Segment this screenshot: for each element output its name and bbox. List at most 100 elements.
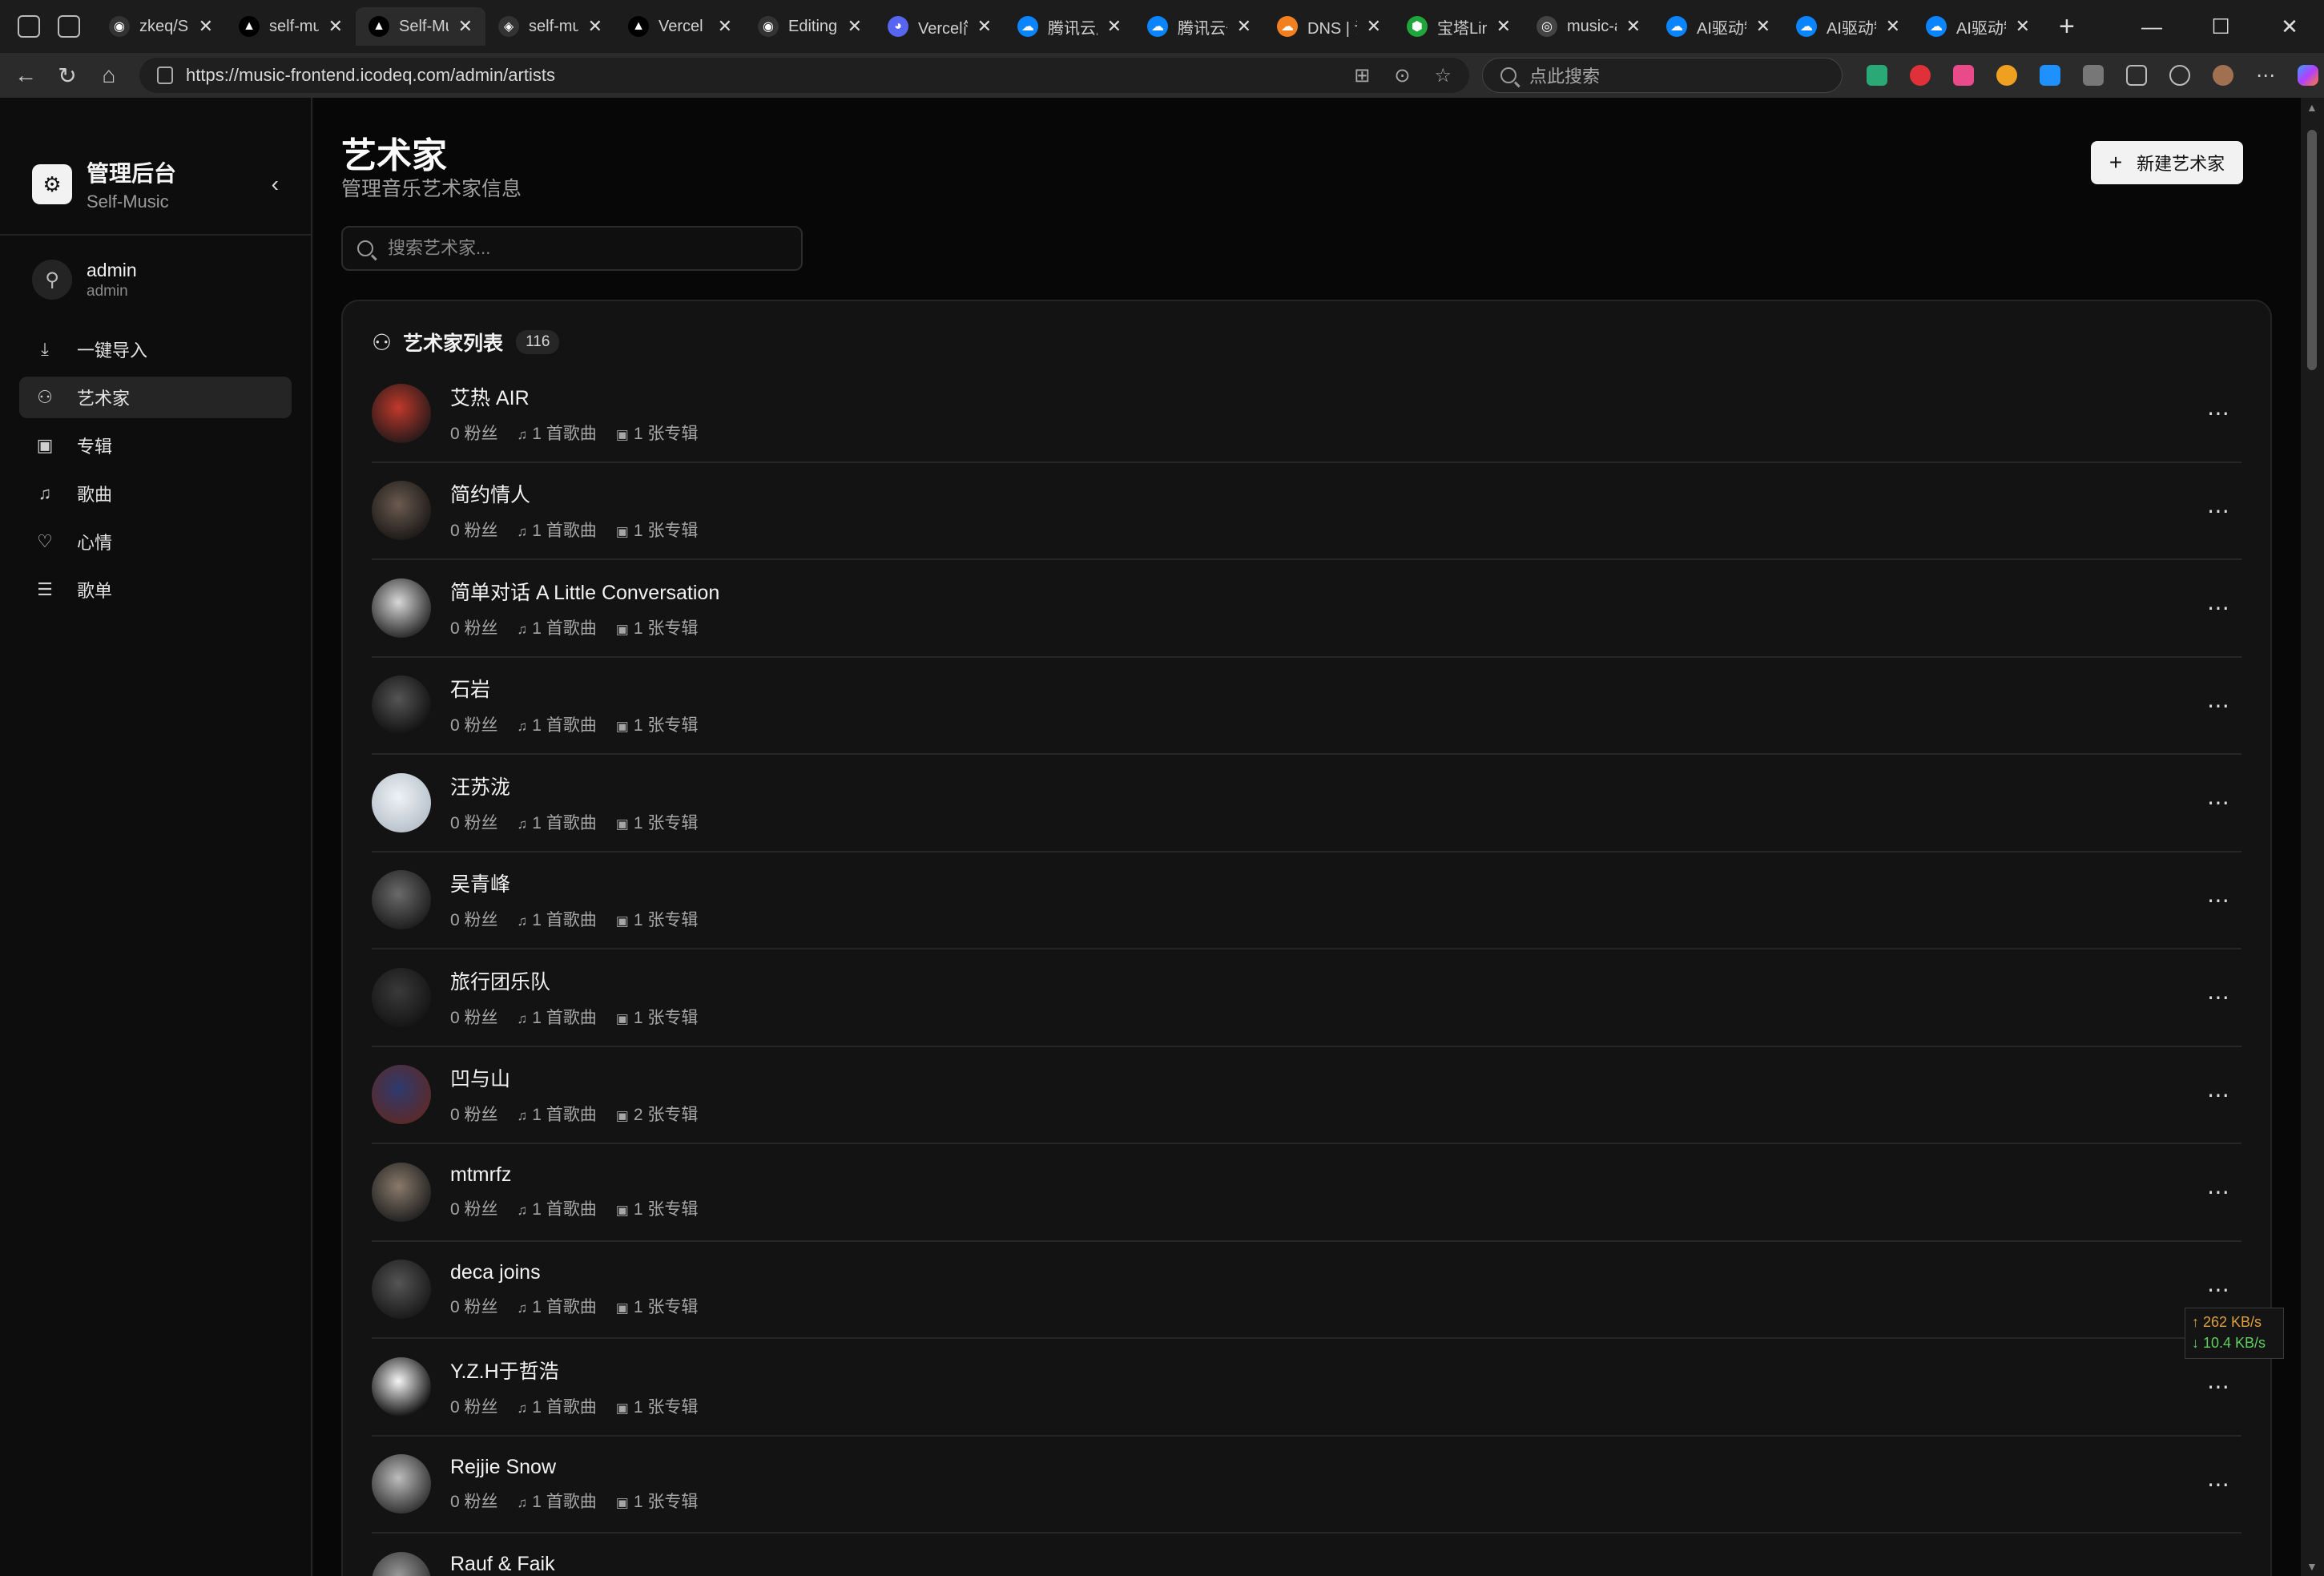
sidebar-item[interactable]: ☰ 歌单 [19,569,292,611]
browser-tab[interactable]: ◎ music-ap ✕ [1524,7,1653,46]
browser-tab[interactable]: ⬢ 宝塔Linu ✕ [1394,7,1524,46]
maximize-icon[interactable]: ☐ [2186,14,2255,39]
new-tab-icon[interactable]: + [2043,11,2091,42]
more-options-icon[interactable]: ⋯ [2207,1568,2230,1576]
profile-avatar-icon[interactable] [2213,65,2233,86]
tab-close-icon[interactable]: ✕ [1367,16,1381,37]
extension-orange-icon[interactable] [1996,65,2017,86]
browser-tab[interactable]: ◉ zkeq/Self ✕ [96,7,226,46]
more-options-icon[interactable]: ⋯ [2207,595,2230,621]
more-options-icon[interactable]: ⋯ [2207,400,2230,426]
refresh-icon[interactable]: ↻ [46,62,88,89]
scrollbar-thumb[interactable] [2307,130,2317,370]
copilot-icon[interactable] [2298,65,2318,86]
app-available-icon[interactable]: ⊞ [1354,64,1370,87]
more-options-icon[interactable]: ⋯ [2207,1276,2230,1303]
artist-row[interactable]: 凹与山 0 粉丝 ♫ 1 首歌曲 ▣ 2 张专辑 ⋯ [372,1047,2241,1144]
tab-close-icon[interactable]: ✕ [2016,16,2030,37]
tab-close-icon[interactable]: ✕ [1886,16,1900,37]
artist-albums: ▣ 1 张专辑 [616,712,699,736]
artist-row[interactable]: 简单对话 A Little Conversation 0 粉丝 ♫ 1 首歌曲 ▣ 1 张… [372,560,2241,658]
more-options-icon[interactable]: ⋯ [2207,789,2230,816]
artist-row[interactable]: 简约情人 0 粉丝 ♫ 1 首歌曲 ▣ 1 张专辑 ⋯ [372,463,2241,560]
artist-search-input[interactable] [388,238,772,259]
artist-row[interactable]: Rauf & Faik0 粉丝♫1 首歌曲▣1 张专辑⋯ [372,1534,2241,1576]
new-artist-button[interactable]: + 新建艺术家 [2091,141,2243,184]
extension-pink-icon[interactable] [1953,65,1974,86]
minimize-icon[interactable]: — [2117,14,2186,39]
browser-tab[interactable]: ☁ AI驱动智 ✕ [1913,7,2043,46]
more-options-icon[interactable]: ⋯ [2207,887,2230,913]
artist-row[interactable]: 汪苏泷 0 粉丝 ♫ 1 首歌曲 ▣ 1 张专辑 ⋯ [372,755,2241,852]
artist-row[interactable]: 石岩 0 粉丝 ♫ 1 首歌曲 ▣ 1 张专辑 ⋯ [372,658,2241,755]
artist-row[interactable]: Y.Z.H于哲浩 0 粉丝 ♫ 1 首歌曲 ▣ 1 张专辑 ⋯ [372,1339,2241,1437]
browser-tab[interactable]: ▲ Self-Mus ✕ [356,7,485,46]
more-options-icon[interactable]: ⋯ [2207,984,2230,1010]
browser-tab[interactable]: ☁ AI驱动智 ✕ [1653,7,1783,46]
extension-blue-icon[interactable] [2040,65,2060,86]
artist-albums: ▣ 1 张专辑 [616,1394,699,1418]
artist-row[interactable]: deca joins 0 粉丝 ♫ 1 首歌曲 ▣ 1 张专辑 ⋯ [372,1242,2241,1339]
more-options-icon[interactable]: ⋯ [2207,692,2230,719]
artist-row[interactable]: Rejjie Snow 0 粉丝 ♫ 1 首歌曲 ▣ 1 张专辑 ⋯ [372,1437,2241,1534]
artist-row[interactable]: mtmrfz 0 粉丝 ♫ 1 首歌曲 ▣ 1 张专辑 ⋯ [372,1144,2241,1242]
collapse-sidebar-icon[interactable]: ‹ [272,171,279,197]
tab-close-icon[interactable]: ✕ [1756,16,1770,37]
artist-row[interactable]: 旅行团乐队 0 粉丝 ♫ 1 首歌曲 ▣ 1 张专辑 ⋯ [372,949,2241,1047]
sidebar-item[interactable]: ⚇ 艺术家 [19,377,292,418]
workspaces-icon[interactable] [18,15,40,38]
sidebar-item[interactable]: ♫ 歌曲 [19,473,292,514]
tab-close-icon[interactable]: ✕ [1237,16,1251,37]
close-window-icon[interactable]: ✕ [2255,14,2324,39]
home-icon[interactable]: ⌂ [88,62,130,88]
tab-close-icon[interactable]: ✕ [588,16,602,37]
browser-tab[interactable]: ☁ 腾讯云产 ✕ [1005,7,1134,46]
extension-green-icon[interactable] [1867,65,1887,86]
sidebar-item[interactable]: ▣ 专辑 [19,425,292,466]
more-options-icon[interactable]: ⋯ [2207,1373,2230,1400]
extensions-puzzle-icon[interactable] [2126,65,2147,86]
more-options-icon[interactable]: ⋯ [2207,1471,2230,1497]
more-options-icon[interactable]: ⋯ [2207,498,2230,524]
browser-tab[interactable]: ▲ Vercel ✕ [615,7,745,46]
scroll-up-icon[interactable]: ▲ [2306,101,2318,114]
browser-tab[interactable]: ▲ self-musi ✕ [226,7,356,46]
users-icon: ⚇ [372,329,393,355]
browser-tab[interactable]: ◕ Vercel简 ✕ [875,7,1005,46]
browser-tab[interactable]: ◈ self-musi ✕ [485,7,615,46]
artist-row[interactable]: 艾热 AIR 0 粉丝 ♫ 1 首歌曲 ▣ 1 张专辑 ⋯ [372,365,2241,463]
artist-songs: ♫ 1 首歌曲 [518,1489,597,1513]
extension-gray-icon[interactable] [2083,65,2104,86]
extension-red-icon[interactable] [1910,65,1931,86]
tab-close-icon[interactable]: ✕ [199,16,213,37]
url-field[interactable]: https://music-frontend.icodeq.com/admin/… [139,58,1469,93]
more-options-icon[interactable]: ⋯ [2207,1082,2230,1108]
tab-close-icon[interactable]: ✕ [1496,16,1511,37]
sidebar-item[interactable]: ♡ 心情 [19,521,292,562]
tab-close-icon[interactable]: ✕ [328,16,343,37]
sidebar-item[interactable]: ⤓ 一键导入 [19,329,292,370]
browser-tab[interactable]: ☁ 腾讯云备 ✕ [1134,7,1264,46]
browser-tab[interactable]: ☁ AI驱动智 ✕ [1783,7,1913,46]
history-icon[interactable] [2169,65,2190,86]
browser-search-box[interactable]: 点此搜索 [1482,58,1843,93]
reader-icon[interactable]: ⊙ [1394,64,1410,87]
more-menu-icon[interactable]: ⋯ [2256,64,2275,87]
favorite-star-icon[interactable]: ☆ [1434,64,1452,87]
tab-actions-icon[interactable] [58,15,80,38]
tab-close-icon[interactable]: ✕ [977,16,992,37]
scroll-down-icon[interactable]: ▼ [2306,1560,2318,1573]
browser-tab[interactable]: ☁ DNS | 记 ✕ [1264,7,1394,46]
artist-row[interactable]: 吴青峰 0 粉丝 ♫ 1 首歌曲 ▣ 1 张专辑 ⋯ [372,852,2241,949]
back-icon[interactable]: ← [5,62,46,88]
page-scrollbar[interactable]: ▲ ▼ [2301,98,2324,1576]
more-options-icon[interactable]: ⋯ [2207,1179,2230,1205]
tab-close-icon[interactable]: ✕ [1626,16,1641,37]
tab-close-icon[interactable]: ✕ [848,16,862,37]
tab-close-icon[interactable]: ✕ [458,16,473,37]
tab-close-icon[interactable]: ✕ [1107,16,1122,37]
lock-icon[interactable] [157,67,173,84]
tab-close-icon[interactable]: ✕ [718,16,732,37]
artist-list-title: 艺术家列表 [403,333,504,355]
browser-tab[interactable]: ◉ Editing S ✕ [745,7,875,46]
